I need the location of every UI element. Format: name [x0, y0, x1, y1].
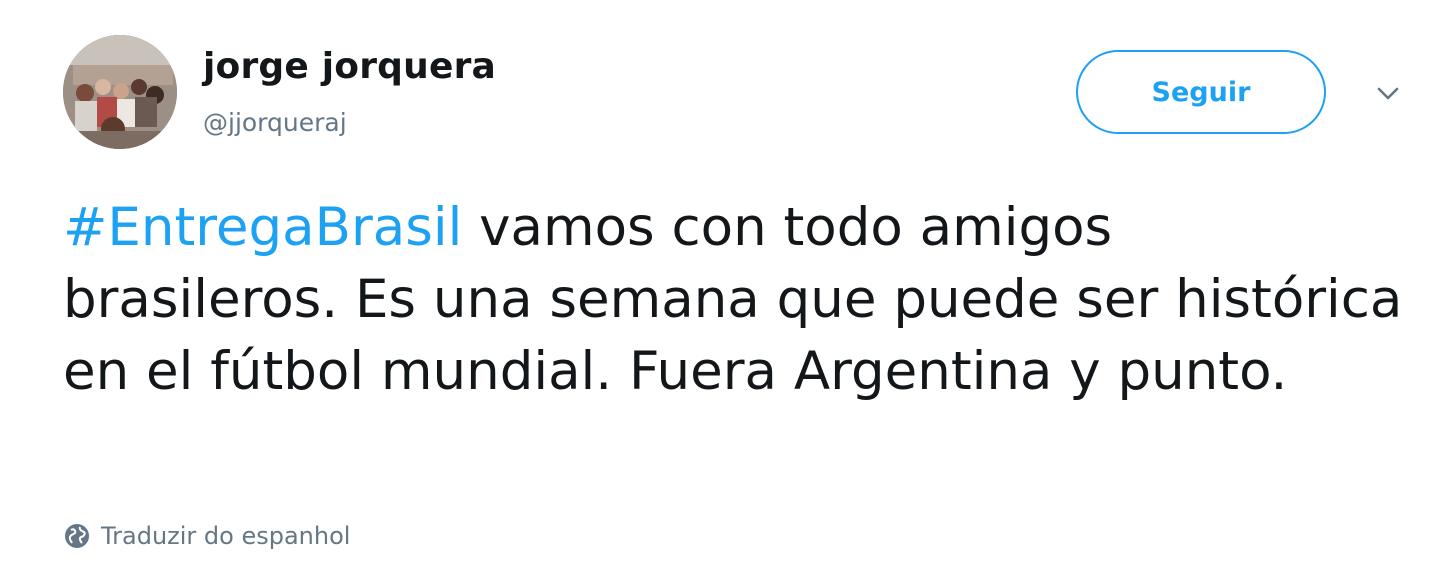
display-name[interactable]: jorge jorquera	[203, 46, 496, 87]
follow-button[interactable]: Seguir	[1076, 50, 1326, 134]
translate-link[interactable]: Traduzir do espanhol	[63, 522, 350, 550]
globe-icon	[63, 522, 91, 550]
chevron-down-icon[interactable]	[1372, 78, 1404, 110]
translate-label: Traduzir do espanhol	[101, 522, 351, 550]
user-handle[interactable]: @jjorqueraj	[203, 108, 347, 137]
avatar-photo	[63, 35, 177, 149]
tweet-text: #EntregaBrasil vamos con todo amigos bra…	[63, 192, 1403, 408]
hashtag-link[interactable]: #EntregaBrasil	[63, 197, 462, 258]
avatar[interactable]	[63, 35, 177, 149]
tweet-card: jorge jorquera @jjorqueraj Seguir #Entre…	[0, 0, 1450, 575]
